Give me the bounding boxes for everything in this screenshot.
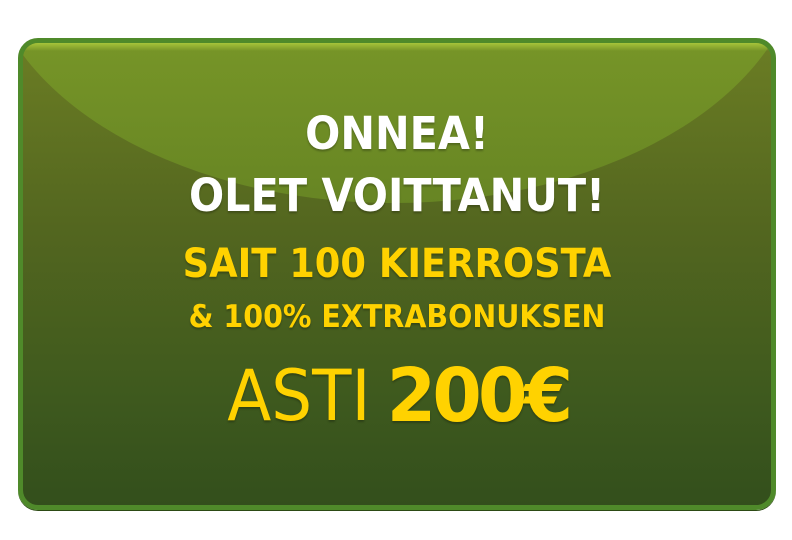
banner-top-rim bbox=[23, 43, 771, 51]
bonus-amount-line: ASTI 200€ bbox=[23, 351, 771, 439]
win-banner: ONNEA! OLET VOITTANUT! SAIT 100 KIERROST… bbox=[18, 38, 776, 510]
bonus-offer-text: & 100% EXTRABONUKSEN bbox=[188, 299, 606, 335]
spins-offer-text: SAIT 100 KIERROSTA bbox=[182, 241, 612, 287]
you-won-heading: OLET VOITTANUT! bbox=[188, 169, 606, 222]
promo-stage: ONNEA! OLET VOITTANUT! SAIT 100 KIERROST… bbox=[0, 0, 792, 540]
bonus-amount: 200€ bbox=[386, 353, 573, 439]
up-to-label: ASTI bbox=[227, 355, 371, 437]
congrats-heading: ONNEA! bbox=[305, 107, 489, 160]
